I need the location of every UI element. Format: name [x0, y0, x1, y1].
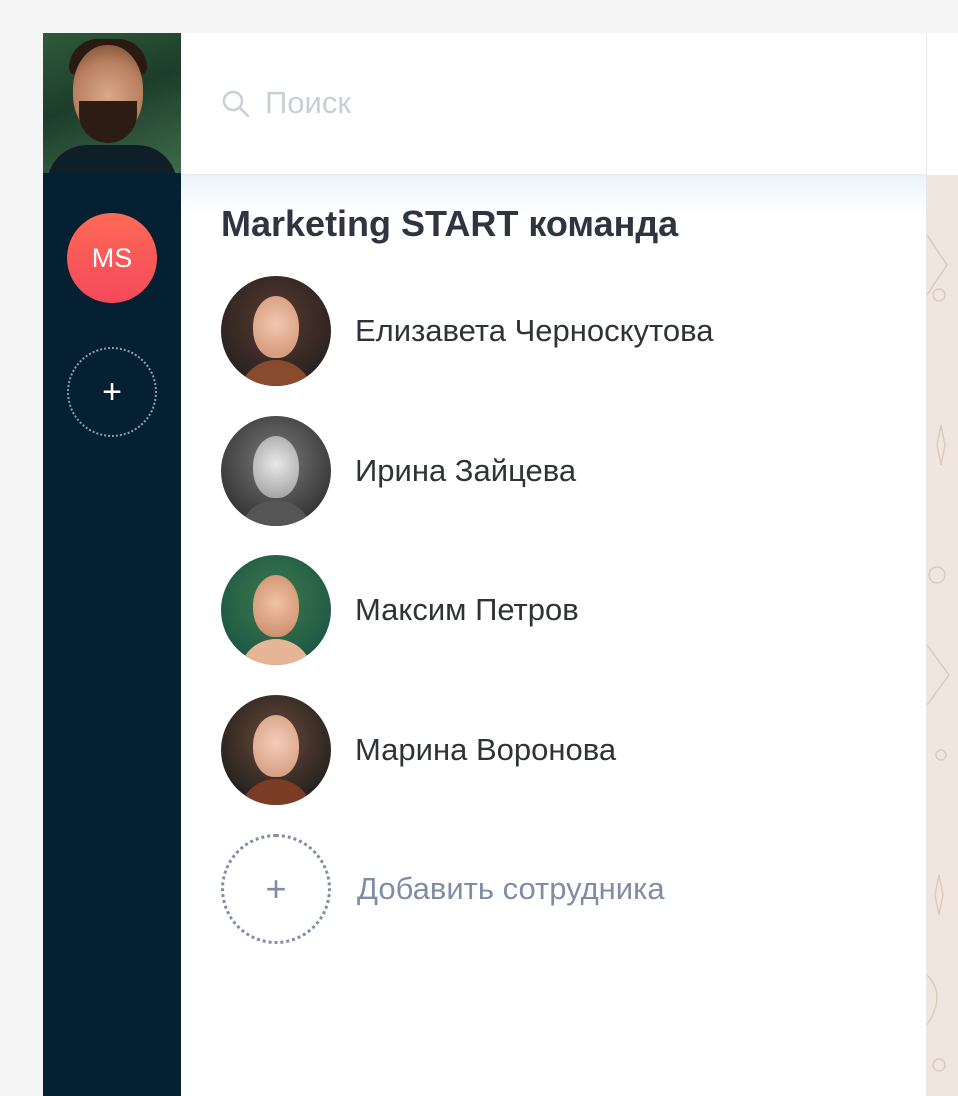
body: [239, 639, 313, 665]
member-name: Марина Воронова: [355, 732, 617, 767]
team-badge-ms[interactable]: MS: [67, 213, 157, 303]
add-member-circle: +: [221, 834, 331, 944]
team-badge-label: MS: [91, 242, 133, 273]
member-name: Ирина Зайцева: [355, 453, 577, 488]
member-avatar: [221, 416, 331, 526]
face: [253, 296, 299, 358]
member-row[interactable]: Марина Воронова: [221, 695, 881, 805]
member-name: Елизавета Черноскутова: [355, 313, 714, 348]
member-row[interactable]: Ирина Зайцева: [221, 416, 881, 526]
member-avatar: [221, 555, 331, 665]
add-team-button[interactable]: +: [67, 347, 157, 437]
member-avatar: [221, 276, 331, 386]
body: [239, 360, 313, 386]
face: [253, 715, 299, 777]
team-title: Marketing START команда: [221, 203, 679, 244]
chat-background-pattern: [927, 175, 958, 1096]
search-icon: [222, 90, 250, 118]
member-row[interactable]: Елизавета Черноскутова: [221, 276, 881, 386]
member-name: Максим Петров: [355, 592, 579, 627]
beard: [79, 101, 137, 143]
body: [239, 500, 313, 526]
app-window: MS + Marketing START команда Елизавета Ч…: [43, 33, 958, 1096]
search-input[interactable]: [265, 83, 865, 123]
search-bar: [181, 33, 926, 175]
team-panel: Marketing START команда Елизавета Чернос…: [181, 33, 926, 1096]
doodle-pattern: [927, 234, 950, 1072]
chat-panel-edge: [926, 33, 958, 1096]
member-row[interactable]: Максим Петров: [221, 555, 881, 665]
shirt: [47, 145, 177, 173]
profile-avatar[interactable]: [43, 33, 181, 173]
add-member-button[interactable]: + Добавить сотрудника: [221, 834, 881, 944]
plus-icon: +: [102, 372, 122, 411]
member-avatar: [221, 695, 331, 805]
plus-icon: +: [265, 868, 287, 909]
add-member-label: Добавить сотрудника: [357, 871, 665, 906]
face: [253, 436, 299, 498]
face: [253, 575, 299, 637]
teams-sidebar: MS +: [43, 33, 181, 1096]
body: [239, 779, 313, 805]
